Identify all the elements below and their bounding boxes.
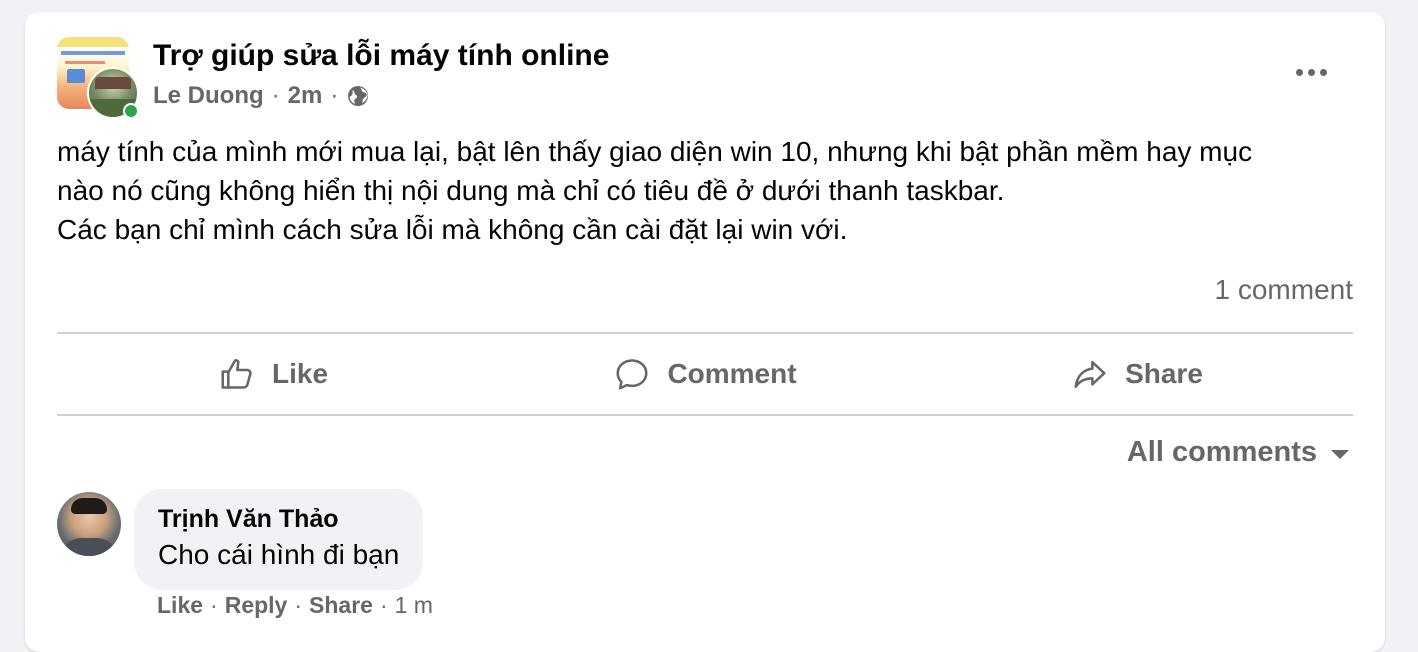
- post-text-line: Các bạn chỉ mình cách sửa lỗi mà không c…: [57, 214, 848, 245]
- divider: [57, 414, 1353, 416]
- comment-button[interactable]: Comment: [489, 336, 921, 412]
- meta-separator: ·: [271, 82, 280, 109]
- commenter-name-link[interactable]: Trịnh Văn Thảo: [158, 504, 399, 534]
- online-status-dot: [123, 103, 139, 119]
- comment-filter-dropdown[interactable]: All comments: [1127, 436, 1349, 469]
- post-timestamp[interactable]: 2m: [288, 82, 323, 110]
- comment-share-link[interactable]: Share: [309, 592, 373, 619]
- post-meta: Le Duong · 2m ·: [153, 82, 370, 110]
- share-button[interactable]: Share: [921, 336, 1353, 412]
- like-button[interactable]: Like: [57, 336, 489, 412]
- comment-action-separator: ·: [379, 592, 388, 618]
- comment-action-separator: ·: [210, 592, 218, 618]
- more-options-icon: [1295, 68, 1327, 76]
- like-label: Like: [271, 358, 329, 389]
- globe-icon[interactable]: [346, 84, 370, 108]
- comment-bubble: Trịnh Văn Thảo Cho cái hình đi bạn: [134, 489, 424, 590]
- more-options-button[interactable]: [1287, 52, 1335, 92]
- speech-bubble-icon: [616, 359, 648, 390]
- comment-text: Cho cái hình đi bạn: [158, 539, 400, 570]
- post-body: máy tính của mình mới mua lại, bật lên t…: [57, 132, 1357, 249]
- post-card: Trợ giúp sửa lỗi máy tính online Le Duon…: [25, 12, 1385, 652]
- caret-down-icon: [1331, 450, 1349, 459]
- post-actions-bar: Like Comment Share: [57, 336, 1353, 412]
- group-avatar[interactable]: [57, 37, 139, 119]
- share-arrow-icon: [1074, 360, 1106, 388]
- comment-reply-link[interactable]: Reply: [225, 592, 288, 619]
- divider: [57, 332, 1353, 334]
- author-name-link[interactable]: Le Duong: [153, 82, 264, 110]
- share-label: Share: [1125, 358, 1203, 389]
- post-text-line: nào nó cũng không hiển thị nội dung mà c…: [57, 175, 1005, 206]
- comment-like-link[interactable]: Like: [157, 592, 203, 619]
- comment-label: Comment: [667, 358, 797, 389]
- post-text-line: máy tính của mình mới mua lại, bật lên t…: [57, 136, 1253, 167]
- comment-actions: Like · Reply · Share · 1 m: [157, 592, 433, 619]
- group-name-link[interactable]: Trợ giúp sửa lỗi máy tính online: [153, 39, 609, 73]
- comment-count-link[interactable]: 1 comment: [1215, 274, 1354, 306]
- comment-timestamp[interactable]: 1 m: [395, 592, 433, 619]
- thumbs-up-icon: [221, 359, 252, 389]
- comment-filter-label: All comments: [1126, 436, 1317, 468]
- commenter-avatar[interactable]: [57, 492, 121, 556]
- meta-separator: ·: [330, 82, 339, 109]
- comment-action-separator: ·: [294, 592, 303, 618]
